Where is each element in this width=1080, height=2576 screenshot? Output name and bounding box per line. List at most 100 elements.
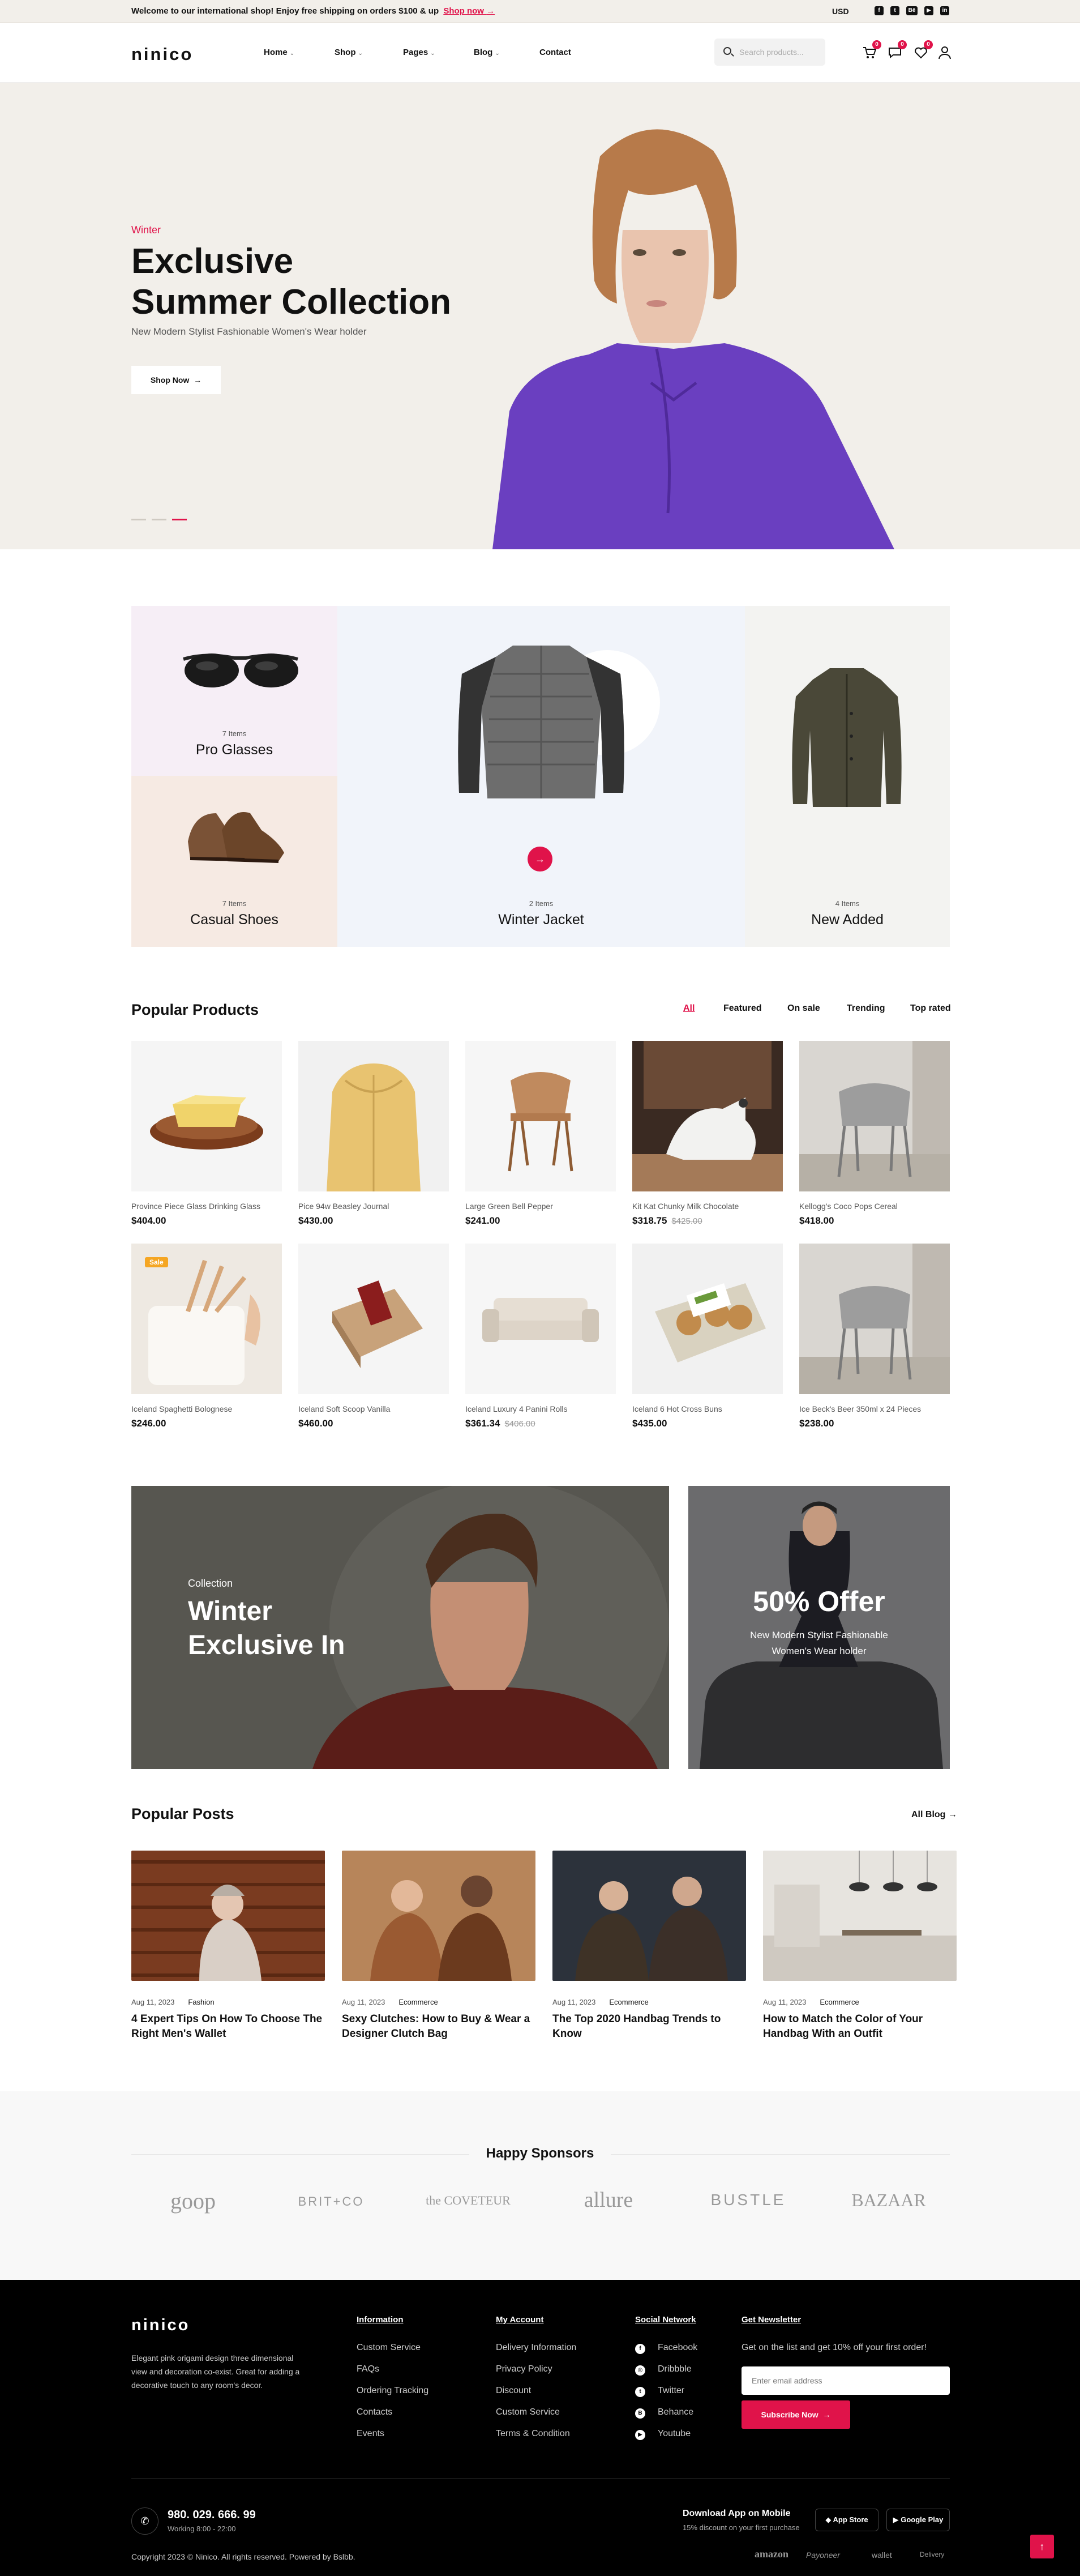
footer-link[interactable]: Events [357, 2429, 428, 2450]
footer-dribbble-link[interactable]: ◎ Dribbble [635, 2364, 697, 2386]
nav-pages[interactable]: Pages ⌄ [403, 48, 435, 57]
post-image[interactable] [763, 1851, 957, 1981]
blog-post-card[interactable]: Aug 11, 2023 Ecommerce Sexy Clutches: How… [342, 1851, 535, 2041]
footer-link[interactable]: Custom Service [357, 2343, 428, 2364]
footer-logo[interactable]: ninico [131, 2316, 190, 2335]
footer-youtube-link[interactable]: ▶ Youtube [635, 2429, 697, 2450]
product-image[interactable]: Sale [131, 1244, 282, 1394]
post-image[interactable] [131, 1851, 325, 1981]
product-card[interactable]: Pice 94w Beasley Journal $430.00 [298, 1041, 449, 1227]
post-title[interactable]: The Top 2020 Handbag Trends to Know [552, 2012, 746, 2041]
product-image[interactable] [632, 1041, 783, 1191]
product-image[interactable] [131, 1041, 282, 1191]
product-name[interactable]: Large Green Bell Pepper [465, 1202, 616, 1211]
twitter-icon[interactable]: t [890, 6, 899, 15]
footer-twitter-link[interactable]: t Twitter [635, 2386, 697, 2407]
product-image[interactable] [799, 1041, 950, 1191]
post-tag[interactable]: Ecommerce [609, 1998, 648, 2006]
tab-all[interactable]: All [683, 1003, 695, 1014]
account-button[interactable] [937, 45, 952, 60]
nav-blog[interactable]: Blog ⌄ [474, 48, 500, 57]
product-card[interactable]: Large Green Bell Pepper $241.00 [465, 1041, 616, 1227]
footer-link[interactable]: Delivery Information [496, 2343, 576, 2364]
product-name[interactable]: Kit Kat Chunky Milk Chocolate [632, 1202, 783, 1211]
nav-contact[interactable]: Contact [539, 48, 571, 57]
footer-phone[interactable]: 980. 029. 666. 99 [168, 2509, 256, 2522]
site-logo[interactable]: ninico [131, 44, 193, 65]
product-name[interactable]: Ice Beck's Beer 350ml x 24 Pieces [799, 1404, 950, 1413]
product-name[interactable]: Pice 94w Beasley Journal [298, 1202, 449, 1211]
product-card[interactable]: Kellogg's Coco Pops Cereal $418.00 [799, 1041, 950, 1227]
scroll-to-top-button[interactable]: ↑ [1030, 2535, 1054, 2558]
blog-post-card[interactable]: Aug 11, 2023 Fashion 4 Expert Tips On How… [131, 1851, 325, 2041]
post-title[interactable]: How to Match the Color of Your Handbag W… [763, 2012, 957, 2041]
product-card[interactable]: Kit Kat Chunky Milk Chocolate $318.75 $425… [632, 1041, 783, 1227]
all-blog-link[interactable]: All Blog → [911, 1810, 957, 1820]
footer-link[interactable]: FAQs [357, 2364, 428, 2386]
category-new-added[interactable]: 4 Items New Added [745, 606, 950, 947]
google-play-button[interactable]: ▶ Google Play [886, 2509, 950, 2531]
tab-top-rated[interactable]: Top rated [910, 1003, 951, 1014]
product-card[interactable]: Iceland Luxury 4 Panini Rolls $361.34 $406… [465, 1244, 616, 1429]
product-image[interactable] [298, 1244, 449, 1394]
post-title[interactable]: 4 Expert Tips On How To Choose The Right… [131, 2012, 325, 2041]
footer-facebook-link[interactable]: f Facebook [635, 2343, 697, 2364]
footer-link[interactable]: Discount [496, 2386, 576, 2407]
newsletter-email-input[interactable] [742, 2366, 950, 2395]
product-name[interactable]: Province Piece Glass Drinking Glass [131, 1202, 282, 1211]
post-tag[interactable]: Ecommerce [398, 1998, 438, 2006]
product-card[interactable]: Ice Beck's Beer 350ml x 24 Pieces $238.00 [799, 1244, 950, 1429]
tab-on-sale[interactable]: On sale [787, 1003, 820, 1014]
winter-collection-banner[interactable]: Collection Winter Exclusive In [131, 1486, 669, 1769]
shop-now-button[interactable]: Shop Now → [131, 366, 221, 394]
sponsor-logo-coveteur[interactable]: the COVETEUR [426, 2193, 511, 2208]
nav-home[interactable]: Home ⌄ [264, 48, 294, 57]
post-tag[interactable]: Ecommerce [820, 1998, 859, 2006]
post-tag[interactable]: Fashion [188, 1998, 214, 2006]
product-image[interactable] [799, 1244, 950, 1394]
sponsor-logo-britco[interactable]: BRIT+CO [294, 2194, 368, 2209]
blog-post-card[interactable]: Aug 11, 2023 Ecommerce How to Match the C… [763, 1851, 957, 2041]
product-name[interactable]: Kellogg's Coco Pops Cereal [799, 1202, 950, 1211]
blog-post-card[interactable]: Aug 11, 2023 Ecommerce The Top 2020 Handb… [552, 1851, 746, 2041]
sponsor-logo-allure[interactable]: allure [572, 2188, 645, 2212]
footer-link[interactable]: Privacy Policy [496, 2364, 576, 2386]
category-winter-jacket[interactable]: → 2 Items Winter Jacket [337, 606, 745, 947]
cart-button[interactable]: 0 [862, 40, 881, 60]
product-name[interactable]: Iceland Luxury 4 Panini Rolls [465, 1404, 616, 1413]
footer-link[interactable]: Contacts [357, 2407, 428, 2429]
fifty-percent-offer-banner[interactable]: 50% Offer New Modern Stylist Fashionable… [688, 1486, 950, 1769]
product-name[interactable]: Iceland Spaghetti Bolognese [131, 1404, 282, 1413]
product-card[interactable]: Iceland Soft Scoop Vanilla $460.00 [298, 1244, 449, 1429]
product-image[interactable] [465, 1041, 616, 1191]
category-casual-shoes[interactable]: 7 Items Casual Shoes [131, 776, 337, 947]
footer-behance-link[interactable]: B Behance [635, 2407, 697, 2429]
product-name[interactable]: Iceland 6 Hot Cross Buns [632, 1404, 783, 1413]
footer-link[interactable]: Custom Service [496, 2407, 576, 2429]
app-store-button[interactable]: ◆ App Store [815, 2509, 878, 2531]
shop-now-link[interactable]: Shop now → [443, 6, 495, 16]
post-image[interactable] [342, 1851, 535, 1981]
nav-shop[interactable]: Shop ⌄ [335, 48, 363, 57]
compare-button[interactable]: 0 [888, 40, 907, 60]
post-title[interactable]: Sexy Clutches: How to Buy & Wear a Desig… [342, 2012, 535, 2041]
youtube-icon[interactable]: ▶ [924, 6, 933, 15]
facebook-icon[interactable]: f [875, 6, 884, 15]
tab-trending[interactable]: Trending [847, 1003, 885, 1014]
slider-dot-active[interactable] [172, 519, 187, 520]
product-name[interactable]: Iceland Soft Scoop Vanilla [298, 1404, 449, 1413]
slider-dot[interactable] [152, 519, 166, 520]
search-input[interactable]: Search products... [739, 48, 804, 57]
currency-selector[interactable]: USD [832, 7, 849, 16]
product-card[interactable]: Sale Iceland Spaghetti Bolognese $246.00 [131, 1244, 282, 1429]
product-card[interactable]: Iceland 6 Hot Cross Buns $435.00 [632, 1244, 783, 1429]
subscribe-button[interactable]: Subscribe Now → [742, 2400, 850, 2429]
linkedin-icon[interactable]: in [940, 6, 949, 15]
product-image[interactable] [465, 1244, 616, 1394]
tab-featured[interactable]: Featured [723, 1003, 762, 1014]
product-image[interactable] [298, 1041, 449, 1191]
search-box[interactable]: Search products... [714, 39, 825, 66]
slider-dot[interactable] [131, 519, 146, 520]
behance-icon[interactable]: Bē [906, 6, 918, 15]
sponsor-logo-goop[interactable]: goop [162, 2188, 224, 2214]
